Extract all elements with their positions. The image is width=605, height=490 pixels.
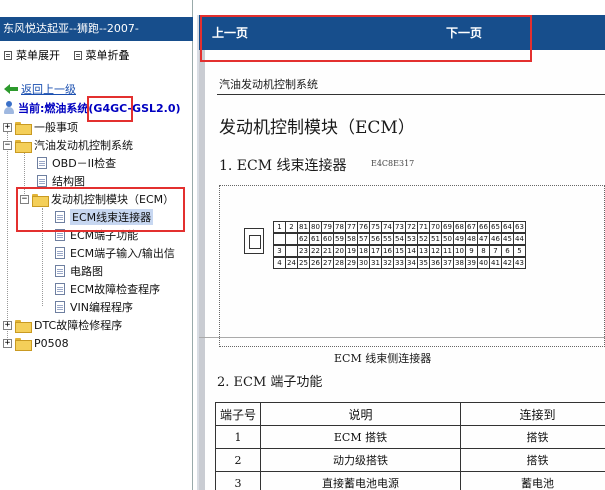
expand-icon <box>4 50 12 60</box>
current-user-icon <box>3 101 15 115</box>
document-icon <box>37 175 47 187</box>
annotation-box-ecm <box>16 187 185 232</box>
expand-toggle[interactable]: + <box>3 338 12 348</box>
table-row: 3 直接蓄电池电源 蓄电池 <box>214 471 605 490</box>
tree-item-gas-engine[interactable]: − 汽油发动机控制系统 <box>3 137 133 153</box>
tree-item-vin[interactable]: VIN编程程序 <box>55 299 133 315</box>
expand-all-button[interactable]: 菜单展开 <box>4 47 60 63</box>
tree-item-circuit[interactable]: 电路图 <box>55 263 103 279</box>
doc-subheading-terminals: 2. ECM 端子功能 <box>217 375 323 390</box>
document-icon <box>55 301 65 313</box>
annotation-box-engine <box>87 96 133 122</box>
document-icon <box>55 283 65 295</box>
connector-pin-grid: 1 2 81 80 79 78 77 76 75 74 73 72 71 70 69 68 67 66 65 64 63… <box>273 221 526 269</box>
collapse-all-button[interactable]: 菜单折叠 <box>73 47 130 63</box>
column-header: 端子号 <box>214 402 262 426</box>
tree-item-dtc[interactable]: + DTC故障检修程序 <box>3 317 122 333</box>
expand-toggle[interactable]: + <box>3 320 12 330</box>
folder-icon <box>15 337 32 351</box>
pin-row: 1 2 81 80 79 78 77 76 75 74 73 72 71 70 69 68 67 66 65 64 63 <box>273 221 526 233</box>
table-cell: 直接蓄电池电源 <box>260 471 462 490</box>
terminal-function-table: 端子号 说明 连接到 1 ECM 搭铁 搭铁 2 动力级搭铁 搭铁 3 直接蓄电… <box>214 402 605 490</box>
pin-row: 3 23 22 21 20 19 18 17 16 15 14 13 12 11 10 9 8 7 6 5 <box>273 245 526 257</box>
back-up-level-link[interactable]: 返回上一级 <box>4 82 76 96</box>
document-view[interactable]: 汽油发动机控制系统 发动机控制模块（ECM） 1. ECM 线束连接器 E4C8… <box>199 50 605 490</box>
scroll-edge <box>199 50 205 490</box>
figure-code: E4C8E317 <box>371 159 415 168</box>
folder-icon <box>15 319 32 333</box>
connector-pin: 44 <box>513 233 526 245</box>
pin-row: 62 61 60 59 58 57 56 55 54 53 52 51 50 49 48 47 46 45 44 <box>273 233 526 245</box>
doc-title: 发动机控制模块（ECM） <box>219 118 415 138</box>
connector-latch <box>244 228 264 254</box>
menu-toggle-row: 菜单展开 菜单折叠 <box>4 47 140 63</box>
table-cell: 动力级搭铁 <box>260 448 462 472</box>
document-icon <box>55 265 65 277</box>
table-header-row: 端子号 说明 连接到 <box>214 402 605 426</box>
tree-item-ecm-io[interactable]: ECM端子输入/输出信 <box>55 245 175 261</box>
tree-line <box>7 132 8 344</box>
folder-open-icon <box>15 139 32 153</box>
doc-subheading-connector: 1. ECM 线束连接器 <box>219 158 347 174</box>
connector-pin: 43 <box>513 257 526 269</box>
back-arrow-icon <box>4 84 18 94</box>
table-cell: 搭铁 <box>460 448 605 472</box>
table-cell: 蓄电池 <box>460 471 605 490</box>
doc-section-header: 汽油发动机控制系统 <box>219 78 318 91</box>
document-icon <box>37 157 47 169</box>
document-icon <box>55 247 65 259</box>
table-cell: 2 <box>214 448 262 472</box>
table-cell: ECM 搭铁 <box>260 425 462 449</box>
tree-item-general[interactable]: + 一般事项 <box>3 119 78 135</box>
divider <box>199 337 605 338</box>
connector-pin: 5 <box>513 245 526 257</box>
divider <box>217 94 605 95</box>
left-panel: 东风悦达起亚--狮跑--2007- 菜单展开 菜单折叠 返回上一级 当前:燃油系… <box>0 0 193 490</box>
table-cell: 搭铁 <box>460 425 605 449</box>
table-cell: 3 <box>214 471 262 490</box>
collapse-icon <box>73 50 82 60</box>
tree-item-ecm-diag[interactable]: ECM故障检查程序 <box>55 281 160 297</box>
tree-item-p0508[interactable]: + P0508 <box>3 335 69 351</box>
table-cell: 1 <box>214 425 262 449</box>
tree-item-obd[interactable]: OBD－II检查 <box>37 155 116 171</box>
app-title-bar: 东风悦达起亚--狮跑--2007- <box>0 17 193 41</box>
expand-toggle[interactable]: + <box>3 122 12 132</box>
right-panel: 上一页 下一页 汽油发动机控制系统 发动机控制模块（ECM） 1. ECM 线束… <box>197 15 605 490</box>
connector-caption: ECM 线束侧连接器 <box>334 352 432 365</box>
table-row: 2 动力级搭铁 搭铁 <box>214 448 605 472</box>
table-row: 1 ECM 搭铁 搭铁 <box>214 425 605 449</box>
connector-pin: 63 <box>513 221 526 233</box>
folder-icon <box>15 121 32 135</box>
app-title: 东风悦达起亚--狮跑--2007- <box>3 22 139 35</box>
column-header: 连接到 <box>460 402 605 426</box>
column-header: 说明 <box>260 402 462 426</box>
collapse-toggle[interactable]: − <box>3 140 12 150</box>
ecm-connector-diagram: 1 2 81 80 79 78 77 76 75 74 73 72 71 70 69 68 67 66 65 64 63… <box>219 185 605 347</box>
annotation-box-nav <box>200 15 532 62</box>
current-system-label: 当前:燃油系统 <box>18 102 89 115</box>
pin-row: 4 24 25 26 27 28 29 30 31 32 33 34 35 36 37 38 39 40 41 42 4… <box>273 257 526 269</box>
